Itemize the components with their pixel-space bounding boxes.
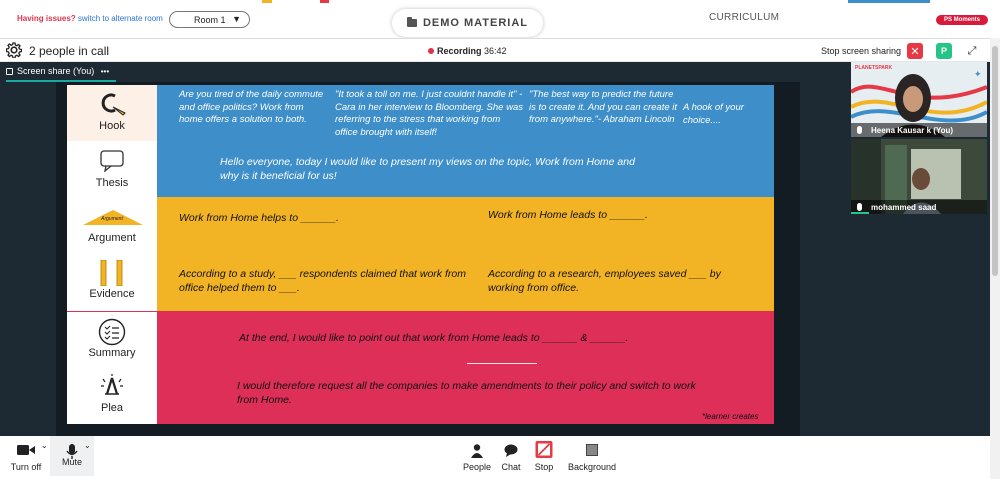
issues-text: Having issues? <box>17 14 76 23</box>
chevron-down-icon[interactable]: ⌄ <box>84 441 91 450</box>
presentation-slide: Hook Thesis Argument Argument Evidence S… <box>67 85 774 424</box>
speech-bubble-icon <box>100 150 124 172</box>
praying-hands-icon <box>101 374 123 395</box>
summary-label: Summary <box>88 347 136 359</box>
people-icon <box>471 444 483 458</box>
decor-stripe <box>848 0 930 3</box>
participant-tile-self[interactable]: PLANETSPARK ✦ Heena Kausar k (You) <box>851 62 987 137</box>
section-divider <box>67 311 157 312</box>
summary-plea-band <box>157 311 774 424</box>
top-banner: Having issues? switch to alternate room … <box>0 0 1000 38</box>
chat-icon <box>504 444 518 457</box>
stop-label: Stop <box>534 462 554 472</box>
evidence-1-text: According to a study, ___ respondents cl… <box>179 268 466 294</box>
participant-name: mohammed saad <box>851 200 987 214</box>
checklist-icon <box>98 318 126 346</box>
participant-name-text: mohammed saad <box>871 202 937 212</box>
speaking-indicator <box>851 212 869 214</box>
avatar[interactable]: P <box>936 43 952 59</box>
background-icon <box>586 444 598 456</box>
hook-option-4: A hook of your choice.... <box>683 102 744 126</box>
recording-dot-icon <box>428 48 434 54</box>
camera-icon <box>17 445 35 455</box>
participant-tile-other[interactable]: mohammed saad <box>851 139 987 214</box>
stop-button[interactable]: Stop <box>529 436 559 479</box>
close-icon[interactable]: ✕ <box>907 43 923 59</box>
plea-text: I would therefore request all the compan… <box>237 380 696 406</box>
brand-logo: PLANETSPARK <box>855 65 893 71</box>
ps-moments-label: PS Moments <box>943 17 980 23</box>
room-select[interactable]: Room 1 ▼ <box>169 11 250 28</box>
sparkle-icon: ✦ <box>974 69 982 79</box>
argument-banner-text: Argument <box>101 216 123 222</box>
argument-2-text: Work from Home leads to ______. <box>488 209 648 221</box>
participant-name-text: Heena Kausar k (You) <box>871 125 954 135</box>
plea-label: Plea <box>100 402 124 414</box>
recording-label: Recording <box>437 46 482 56</box>
hook-label: Hook <box>99 120 125 132</box>
scrollbar-thumb[interactable] <box>992 46 998 276</box>
argument-label: Argument <box>88 232 136 244</box>
argument-1-text: Work from Home helps to ______. <box>179 212 339 224</box>
mic-icon <box>857 126 862 134</box>
decor-stripe <box>262 0 272 3</box>
people-label: People <box>462 462 492 472</box>
chat-button[interactable]: Chat <box>496 436 526 479</box>
camera-label: Turn off <box>10 462 42 472</box>
scrollbar[interactable] <box>990 38 1000 479</box>
background-label: Background <box>567 462 617 472</box>
hook-option-2: "It took a toll on me. I just couldnt ha… <box>335 89 523 138</box>
camera-button[interactable]: ⌄ Turn off <box>4 436 48 479</box>
bottom-toolbar: ⌄ Turn off ⌄ Mute People Chat Stop Backg… <box>0 436 990 479</box>
screen-share-icon <box>6 68 13 75</box>
summary-divider <box>467 363 537 364</box>
call-header: 2 people in call Recording 36:42 Stop sc… <box>0 38 990 62</box>
mute-label: Mute <box>61 457 82 467</box>
evidence-2-text: According to a research, employees saved… <box>488 268 721 294</box>
thesis-label: Thesis <box>95 177 129 189</box>
learner-note: *learner creates <box>702 412 759 421</box>
mic-icon <box>857 203 862 211</box>
alternate-room-link[interactable]: switch to alternate room <box>78 14 163 23</box>
caret-down-icon: ▼ <box>232 14 241 24</box>
gear-icon[interactable] <box>6 42 22 58</box>
background-button[interactable]: Background <box>564 436 620 479</box>
issues-message: Having issues? switch to alternate room <box>17 14 163 23</box>
expand-icon[interactable]: ⤢ <box>964 43 980 59</box>
stop-icon <box>535 441 553 458</box>
demo-material-label: DEMO MATERIAL <box>422 17 529 29</box>
folder-icon <box>406 17 417 27</box>
people-count: 2 people in call <box>29 44 110 58</box>
evidence-bars-icon <box>100 260 123 286</box>
hook-pencil-icon <box>101 93 126 116</box>
hook-option-1: Are you tired of the daily commute and o… <box>179 89 324 125</box>
summary-text: At the end, I would like to point out th… <box>239 332 629 344</box>
mute-button[interactable]: ⌄ Mute <box>50 436 94 476</box>
recording-status: Recording 36:42 <box>428 46 507 56</box>
evidence-label: Evidence <box>89 288 135 300</box>
hook-option-3: "The best way to predict the future is t… <box>529 89 678 125</box>
people-button[interactable]: People <box>458 436 496 479</box>
chat-label: Chat <box>501 462 521 472</box>
decor-stripe <box>320 0 329 3</box>
more-options-icon[interactable]: ••• <box>101 67 109 76</box>
participant-name: Heena Kausar k (You) <box>851 123 987 137</box>
app-window: Having issues? switch to alternate room … <box>0 0 1000 479</box>
chevron-down-icon[interactable]: ⌄ <box>41 441 48 450</box>
screen-share-tab[interactable]: Screen share (You) ••• <box>6 66 109 76</box>
demo-material-tab[interactable]: DEMO MATERIAL <box>392 9 543 37</box>
stop-sharing-label[interactable]: Stop screen sharing <box>821 46 901 56</box>
room-value: Room 1 <box>194 14 226 25</box>
thesis-text: Hello everyone, today I would like to pr… <box>220 156 635 182</box>
ps-moments-button[interactable]: PS Moments <box>936 15 988 25</box>
curriculum-tab[interactable]: CURRICULUM <box>709 12 779 23</box>
recording-time: 36:42 <box>484 46 507 56</box>
screen-share-label: Screen share (You) <box>17 66 95 76</box>
